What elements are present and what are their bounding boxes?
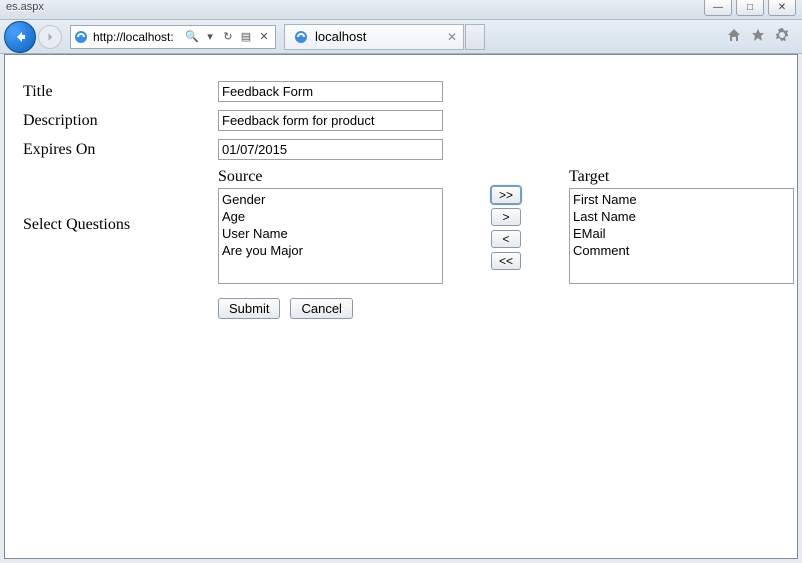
move-left-button[interactable]: < — [491, 230, 521, 248]
target-column: Target First NameLast NameEMailComment — [569, 168, 794, 284]
row-description: Description — [23, 110, 779, 131]
minimize-button[interactable]: — — [704, 0, 732, 16]
tab-close-icon[interactable]: ✕ — [447, 30, 457, 44]
move-all-right-button[interactable]: >> — [491, 186, 521, 204]
list-item[interactable]: Gender — [222, 191, 439, 208]
page-viewport: Title Description Expires On Select Ques… — [4, 54, 798, 559]
search-icon[interactable]: 🔍 — [185, 30, 199, 43]
list-item[interactable]: Last Name — [573, 208, 790, 225]
label-expires: Expires On — [23, 139, 218, 159]
window-titlebar: es.aspx — □ ✕ — [0, 0, 802, 20]
stop-icon[interactable]: ✕ — [257, 30, 271, 43]
list-item[interactable]: EMail — [573, 225, 790, 242]
ie-tab-icon — [293, 29, 309, 45]
compat-icon[interactable]: ▤ — [239, 30, 253, 43]
refresh-icon[interactable]: ↻ — [221, 30, 235, 43]
title-input[interactable] — [218, 81, 443, 102]
action-row: Submit Cancel — [218, 298, 779, 319]
row-select-questions: Select Questions Source GenderAgeUser Na… — [23, 168, 779, 284]
row-expires: Expires On — [23, 139, 779, 160]
tab-title: localhost — [315, 29, 366, 44]
gear-icon[interactable] — [774, 27, 790, 46]
label-select-questions: Select Questions — [23, 168, 218, 234]
window-title: es.aspx — [6, 1, 44, 13]
cancel-button[interactable]: Cancel — [290, 298, 352, 319]
home-icon[interactable] — [726, 27, 742, 46]
mover-buttons: >> > < << — [491, 186, 521, 270]
label-description: Description — [23, 110, 218, 130]
row-title: Title — [23, 81, 779, 102]
address-bar[interactable]: 🔍 ▾ ↻ ▤ ✕ — [70, 25, 276, 49]
list-item[interactable]: Age — [222, 208, 439, 225]
dropdown-icon[interactable]: ▾ — [203, 30, 217, 43]
move-right-button[interactable]: > — [491, 208, 521, 226]
ie-page-icon — [71, 29, 91, 45]
target-listbox[interactable]: First NameLast NameEMailComment — [569, 188, 794, 284]
list-item[interactable]: Are you Major — [222, 242, 439, 259]
back-button[interactable] — [4, 21, 36, 53]
forward-arrow-icon — [44, 31, 56, 43]
toolbar-right — [726, 27, 798, 46]
description-input[interactable] — [218, 110, 443, 131]
browser-tab[interactable]: localhost ✕ — [284, 24, 464, 50]
maximize-button[interactable]: □ — [736, 0, 764, 16]
back-arrow-icon — [12, 29, 28, 45]
new-tab-button[interactable] — [465, 24, 485, 50]
label-title: Title — [23, 81, 218, 101]
favorites-icon[interactable] — [750, 27, 766, 46]
url-input[interactable] — [91, 28, 181, 46]
forward-button[interactable] — [38, 25, 62, 49]
list-item[interactable]: Comment — [573, 242, 790, 259]
submit-button[interactable]: Submit — [218, 298, 280, 319]
address-tools: 🔍 ▾ ↻ ▤ ✕ — [181, 30, 275, 43]
source-listbox[interactable]: GenderAgeUser NameAre you Major — [218, 188, 443, 284]
browser-toolbar: 🔍 ▾ ↻ ▤ ✕ localhost ✕ — [0, 20, 802, 54]
list-item[interactable]: First Name — [573, 191, 790, 208]
move-all-left-button[interactable]: << — [491, 252, 521, 270]
label-source: Source — [218, 168, 443, 186]
list-item[interactable]: User Name — [222, 225, 439, 242]
close-window-button[interactable]: ✕ — [768, 0, 796, 16]
expires-input[interactable] — [218, 139, 443, 160]
feedback-form-page: Title Description Expires On Select Ques… — [5, 55, 797, 345]
label-target: Target — [569, 168, 794, 186]
window-controls: — □ ✕ — [704, 0, 796, 16]
source-column: Source GenderAgeUser NameAre you Major — [218, 168, 443, 284]
